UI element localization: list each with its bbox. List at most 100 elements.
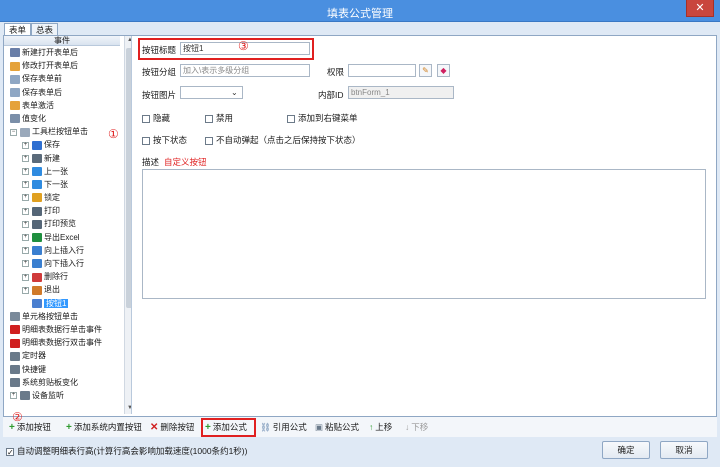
tree-item[interactable]: + 向上插入行 <box>4 244 120 257</box>
tree-item[interactable]: + 退出 <box>4 283 120 296</box>
expand-icon[interactable]: + <box>22 220 29 228</box>
tree-item[interactable]: 保存表单后 <box>4 86 120 99</box>
print-icon <box>32 206 42 216</box>
insert-up-icon <box>32 246 42 256</box>
expand-icon[interactable]: + <box>22 154 29 162</box>
move-up-button[interactable]: ↑ 上移 <box>369 421 392 434</box>
button-properties-panel: 按钮标题 按钮1 ③ 按钮分组 加入\表示多级分组 权限 ✎ ◆ 按钮图片 ⌄ … <box>134 36 716 414</box>
tree-item[interactable]: + 打印预览 <box>4 217 120 230</box>
tree-item[interactable]: 明细表数据行单击事件 <box>4 323 120 336</box>
tab-form[interactable]: 表单 <box>4 23 32 35</box>
tree-item-label: 保存表单前 <box>22 74 62 84</box>
tree-item[interactable]: 按钮1 <box>4 297 120 310</box>
tree-item[interactable]: 保存表单前 <box>4 72 120 85</box>
tree-item[interactable]: + 新建 <box>4 152 120 165</box>
expand-icon[interactable]: + <box>22 247 29 255</box>
cell-button-icon <box>10 312 20 322</box>
delete-icon: ✕ <box>150 422 159 433</box>
tree-item[interactable]: + 删除行 <box>4 270 120 283</box>
expand-icon[interactable]: + <box>22 286 29 294</box>
tree-item[interactable]: 单元格按钮单击 <box>4 310 120 323</box>
chevron-down-icon[interactable]: ⌄ <box>231 88 238 97</box>
tree-item[interactable]: 表单激活 <box>4 99 120 112</box>
hidden-checkbox-label: 隐藏 <box>153 113 171 123</box>
tree-item[interactable]: 明细表数据行双击事件 <box>4 336 120 349</box>
ok-button[interactable]: 确定 <box>602 441 650 459</box>
tree-item-label: 按钮1 <box>44 298 69 308</box>
tree-item[interactable]: 新建打开表单后 <box>4 46 120 59</box>
description-value: 自定义按钮 <box>164 157 207 167</box>
insert-down-icon <box>32 259 42 269</box>
tree-item[interactable]: 定时器 <box>4 349 120 362</box>
tree-item[interactable]: + 向下插入行 <box>4 257 120 270</box>
tree-item[interactable]: + 锁定 <box>4 191 120 204</box>
tree-item-label: 打印 <box>44 206 60 216</box>
annotation-three: ③ <box>238 39 249 53</box>
checkbox-box[interactable] <box>142 114 150 123</box>
tree-item-label: 导出Excel <box>44 232 80 242</box>
description-textarea[interactable] <box>142 169 706 299</box>
checkbox-box[interactable] <box>142 136 150 145</box>
no-auto-popup-checkbox[interactable]: 不自动弹起（点击之后保持按下状态） <box>205 134 361 146</box>
add-context-menu-checkbox[interactable]: 添加到右键菜单 <box>287 112 358 124</box>
eraser-icon[interactable]: ◆ <box>437 64 450 77</box>
tree-item[interactable]: + 保存 <box>4 138 120 151</box>
checkbox-checked-icon[interactable]: ✓ <box>6 447 14 456</box>
expand-icon[interactable]: + <box>22 273 29 281</box>
tree-item-label: 打印预览 <box>44 219 76 229</box>
scroll-down-icon[interactable]: ▼ <box>126 405 131 413</box>
tree-item[interactable]: + 上一张 <box>4 165 120 178</box>
save-icon <box>32 140 42 150</box>
collapse-icon[interactable]: − <box>10 128 17 136</box>
tree-item[interactable]: − 工具栏按钮单击 <box>4 125 120 138</box>
tree-item-label: 上一张 <box>44 166 68 176</box>
scroll-thumb[interactable] <box>126 48 131 308</box>
move-down-button[interactable]: ↓ 下移 <box>405 421 428 434</box>
tree-item[interactable]: + 导出Excel <box>4 231 120 244</box>
annotation-two: ② <box>12 410 23 424</box>
highlight-box-add-formula <box>201 418 256 437</box>
add-context-menu-checkbox-label: 添加到右键菜单 <box>298 113 358 123</box>
shortcut-icon <box>10 364 20 374</box>
tree-item[interactable]: + 设备监听 <box>4 389 120 402</box>
arrow-up-icon <box>32 167 42 177</box>
expand-icon[interactable]: + <box>22 234 29 242</box>
expand-icon[interactable]: + <box>22 260 29 268</box>
expand-icon[interactable]: + <box>22 168 29 176</box>
tree-item[interactable]: 值变化 <box>4 112 120 125</box>
permission-input[interactable] <box>348 64 416 77</box>
pressed-state-checkbox[interactable]: 按下状态 <box>142 134 187 146</box>
expand-icon[interactable]: + <box>22 141 29 149</box>
checkbox-box[interactable] <box>205 114 213 123</box>
move-up-label: 上移 <box>375 422 393 432</box>
tree-item-label: 修改打开表单后 <box>22 61 78 71</box>
expand-icon[interactable]: + <box>10 392 17 400</box>
checkbox-box[interactable] <box>205 136 213 145</box>
paste-icon: ▣ <box>315 422 324 432</box>
tree-item[interactable]: 系统剪贴板变化 <box>4 376 120 389</box>
tree-scrollbar[interactable]: ▲ ▼ <box>124 36 131 414</box>
auto-row-height-checkbox[interactable]: ✓ 自动调整明细表行高(计算行高会影响加载速度(1000条约1秒)) <box>6 445 247 457</box>
disabled-checkbox[interactable]: 禁用 <box>205 112 233 124</box>
tree-item[interactable]: + 下一张 <box>4 178 120 191</box>
expand-icon[interactable]: + <box>22 194 29 202</box>
tree-item[interactable]: 快捷键 <box>4 363 120 376</box>
close-button[interactable]: ✕ <box>686 0 714 17</box>
expand-icon[interactable]: + <box>22 181 29 189</box>
tab-summary[interactable]: 总表 <box>31 23 59 35</box>
button-group-input[interactable]: 加入\表示多级分组 <box>180 64 310 77</box>
paste-formula-button[interactable]: ▣ 粘贴公式 <box>315 421 359 434</box>
delete-button-button[interactable]: ✕ 删除按钮 <box>150 421 194 434</box>
checkbox-box[interactable] <box>287 114 295 123</box>
delete-button-label: 删除按钮 <box>160 422 195 432</box>
tree-item[interactable]: 修改打开表单后 <box>4 59 120 72</box>
scroll-up-icon[interactable]: ▲ <box>126 37 131 45</box>
tree-item[interactable]: + 打印 <box>4 204 120 217</box>
tree-item-label: 设备监听 <box>32 390 64 400</box>
hidden-checkbox[interactable]: 隐藏 <box>142 112 170 124</box>
edit-icon[interactable]: ✎ <box>419 64 432 77</box>
expand-icon[interactable]: + <box>22 207 29 215</box>
add-system-button-button[interactable]: + 添加系统内置按钮 <box>66 421 142 434</box>
reference-formula-button[interactable]: ⛓ 引用公式 <box>260 421 307 434</box>
cancel-button[interactable]: 取消 <box>660 441 708 459</box>
